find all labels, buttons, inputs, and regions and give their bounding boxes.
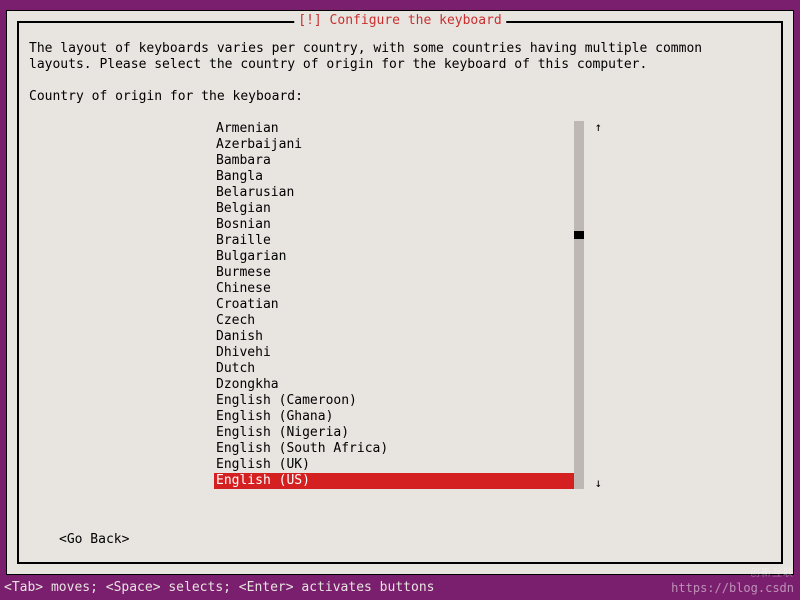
list-item[interactable]: English (Ghana): [214, 409, 584, 425]
list-item[interactable]: Danish: [214, 329, 584, 345]
list-item[interactable]: Bulgarian: [214, 249, 584, 265]
dialog-instructions: The layout of keyboards varies per count…: [29, 41, 771, 73]
list-item[interactable]: Armenian: [214, 121, 584, 137]
list-item[interactable]: Croatian: [214, 297, 584, 313]
list-item[interactable]: English (UK): [214, 457, 584, 473]
list-item[interactable]: Burmese: [214, 265, 584, 281]
list-item[interactable]: Belgian: [214, 201, 584, 217]
scrollbar[interactable]: [574, 121, 584, 489]
scrollbar-thumb[interactable]: [574, 231, 584, 239]
list-item[interactable]: Bangla: [214, 169, 584, 185]
help-bar: <Tab> moves; <Space> selects; <Enter> ac…: [4, 580, 434, 596]
list-item[interactable]: Czech: [214, 313, 584, 329]
dialog-prompt: Country of origin for the keyboard:: [29, 89, 771, 105]
installer-background: [!] Configure the keyboard The layout of…: [6, 10, 794, 575]
list-item[interactable]: Azerbaijani: [214, 137, 584, 153]
dialog-title: [!] Configure the keyboard: [294, 13, 506, 29]
list-item[interactable]: Braille: [214, 233, 584, 249]
list-item[interactable]: Dhivehi: [214, 345, 584, 361]
list-item[interactable]: English (South Africa): [214, 441, 584, 457]
go-back-button[interactable]: <Go Back>: [59, 532, 129, 548]
scroll-up-arrow-icon[interactable]: ↑: [595, 119, 602, 135]
list-item[interactable]: Chinese: [214, 281, 584, 297]
watermark-url: https://blog.csdn: [671, 580, 794, 596]
list-item[interactable]: Belarusian: [214, 185, 584, 201]
list-item[interactable]: Dzongkha: [214, 377, 584, 393]
scroll-down-arrow-icon[interactable]: ↓: [595, 475, 602, 491]
list-item[interactable]: English (US): [214, 473, 584, 489]
list-item[interactable]: English (Nigeria): [214, 425, 584, 441]
keyboard-config-dialog: [!] Configure the keyboard The layout of…: [17, 21, 783, 564]
list-item[interactable]: English (Cameroon): [214, 393, 584, 409]
keyboard-layout-list[interactable]: ↑ ↓ ArmenianAzerbaijaniBambaraBanglaBela…: [214, 121, 584, 489]
list-item[interactable]: Bosnian: [214, 217, 584, 233]
list-item[interactable]: Bambara: [214, 153, 584, 169]
list-item[interactable]: Dutch: [214, 361, 584, 377]
